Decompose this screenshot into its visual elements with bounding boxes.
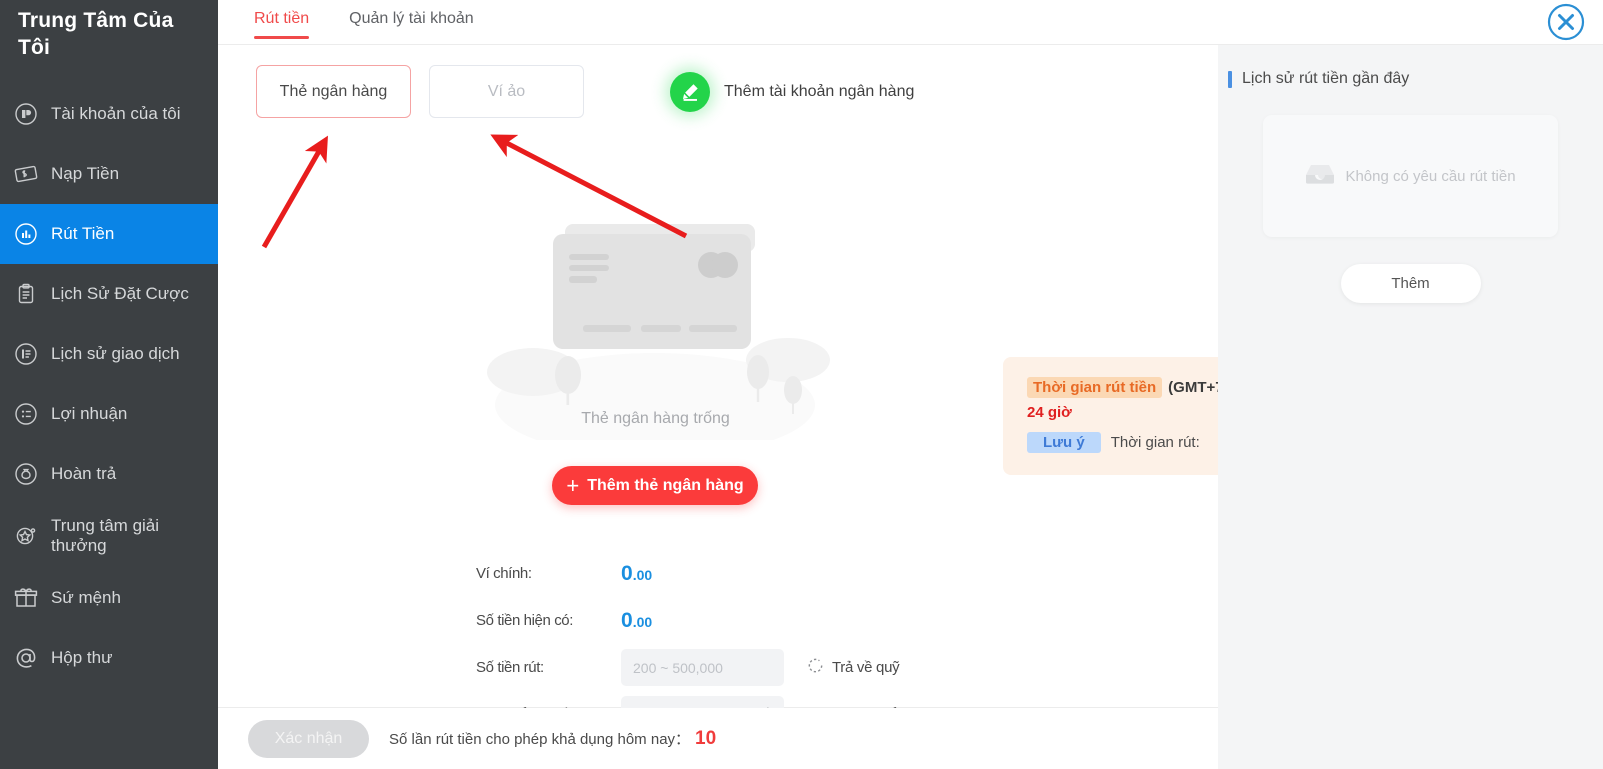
money-bag-icon xyxy=(12,460,40,488)
sidebar-item-label: Trung tâm giải thưởng xyxy=(51,515,160,555)
sidebar-item-profit[interactable]: Lợi nhuận xyxy=(0,384,218,444)
main-wallet-value: 0.00 xyxy=(621,562,652,586)
form-row-amount: Số tiền rút: Trả về quỹ xyxy=(476,644,1176,691)
notice-note-text: Thời gian rút: xyxy=(1110,434,1200,451)
profit-list-icon xyxy=(12,400,40,428)
sidebar-item-label: Nạp Tiền xyxy=(51,163,120,183)
sidebar-item-label: Lợi nhuận xyxy=(51,403,128,423)
sidebar-item-transaction-history[interactable]: Lịch sử giao dịch xyxy=(0,324,218,384)
sidebar-item-label: Sứ mệnh xyxy=(51,587,121,607)
add-bank-account-label: Thêm tài khoản ngân hàng xyxy=(724,82,915,100)
add-bank-account-button[interactable]: Thêm tài khoản ngân hàng xyxy=(670,71,915,112)
form-row-main-wallet: Ví chính: 0.00 xyxy=(476,550,1176,597)
empty-card-illustration xyxy=(473,200,838,457)
withdraw-amount-input[interactable] xyxy=(621,649,784,686)
recent-withdraw-title-row: Lịch sử rút tiền gần đây xyxy=(1218,70,1603,88)
main-wallet-value-dec: .00 xyxy=(632,566,653,583)
sidebar: Trung Tâm Của Tôi Tài khoản của tôi Nạp … xyxy=(0,0,218,769)
add-bank-card-label: Thêm thẻ ngân hàng xyxy=(587,476,744,494)
sidebar-item-bet-history[interactable]: Lịch Sử Đặt Cược xyxy=(0,264,218,324)
close-button[interactable] xyxy=(1547,3,1585,41)
sidebar-item-deposit[interactable]: Nạp Tiền xyxy=(0,144,218,204)
sidebar-item-label: Hoàn trả xyxy=(51,463,117,483)
daily-withdraw-note: Số lần rút tiền cho phép khả dụng hôm na… xyxy=(389,730,691,748)
available-value-dec: .00 xyxy=(632,613,653,630)
at-mail-icon xyxy=(12,644,40,672)
withdraw-footer: Xác nhận Số lần rút tiền cho phép khả dụ… xyxy=(218,708,1218,769)
recent-withdraw-add-button[interactable]: Thêm xyxy=(1340,264,1481,303)
refresh-icon xyxy=(806,656,825,679)
sidebar-item-mission[interactable]: Sứ mệnh xyxy=(0,568,218,628)
inbox-icon xyxy=(1305,161,1335,192)
available-value: 0.00 xyxy=(621,609,652,633)
recent-withdraw-title: Lịch sử rút tiền gần đây xyxy=(1242,70,1410,87)
return-to-fund-button[interactable]: Trả về quỹ xyxy=(806,656,900,679)
confirm-button[interactable]: Xác nhận xyxy=(248,719,369,758)
tab-bar: Rút tiền Quản lý tài khoản xyxy=(218,0,474,45)
add-bank-card-button[interactable]: + Thêm thẻ ngân hàng xyxy=(552,466,758,505)
gift-icon xyxy=(12,584,40,612)
title-accent-bar xyxy=(1228,70,1232,88)
star-badge-icon xyxy=(12,522,40,550)
recent-withdraw-panel: Lịch sử rút tiền gần đây Không có yêu cầ… xyxy=(1218,45,1603,769)
sidebar-item-label: Rút Tiền xyxy=(51,223,115,243)
sidebar-item-inbox[interactable]: Hộp thư xyxy=(0,628,218,688)
list-circle-icon xyxy=(12,340,40,368)
available-value-int: 0 xyxy=(621,608,633,632)
sidebar-item-label: Lịch Sử Đặt Cược xyxy=(51,283,189,303)
sidebar-nav: Tài khoản của tôi Nạp Tiền Rút Tiền Lịch… xyxy=(0,84,218,688)
main-wallet-label: Ví chính: xyxy=(476,565,532,582)
withdraw-content-panel: Thẻ ngân hàng Ví ảo Thêm tài khoản ngân … xyxy=(218,45,1356,733)
topbar: Rút tiền Quản lý tài khoản xyxy=(218,0,1603,45)
tab-account-management[interactable]: Quản lý tài khoản xyxy=(349,0,474,45)
sidebar-item-prize-center[interactable]: Trung tâm giải thưởng xyxy=(0,504,218,568)
sidebar-title: Trung Tâm Của Tôi xyxy=(18,9,174,59)
pencil-edit-icon xyxy=(670,71,710,112)
banknote-icon xyxy=(12,160,40,188)
plus-icon: + xyxy=(566,472,580,498)
withdraw-method-row: Thẻ ngân hàng Ví ảo Thêm tài khoản ngân … xyxy=(218,45,1218,118)
withdraw-chart-icon xyxy=(12,220,40,248)
daily-withdraw-count: Số lần rút tiền cho phép khả dụng hôm na… xyxy=(389,728,716,750)
notice-time-chip: Thời gian rút tiền xyxy=(1027,377,1163,398)
form-row-available: Số tiền hiện có: 0.00 xyxy=(476,597,1176,644)
daily-withdraw-value: 10 xyxy=(695,727,717,749)
method-bank-card[interactable]: Thẻ ngân hàng xyxy=(256,65,411,118)
main-wallet-value-int: 0 xyxy=(621,561,633,585)
withdraw-center-page: Trung Tâm Của Tôi Tài khoản của tôi Nạp … xyxy=(0,0,1603,769)
notice-note-chip: Lưu ý xyxy=(1027,432,1101,453)
sidebar-item-label: Lịch sử giao dịch xyxy=(51,343,180,363)
tab-withdraw[interactable]: Rút tiền xyxy=(254,0,310,45)
method-virtual-wallet[interactable]: Ví ảo xyxy=(429,65,584,118)
return-to-fund-label: Trả về quỹ xyxy=(832,659,900,676)
sidebar-item-rebate[interactable]: Hoàn trả xyxy=(0,444,218,504)
account-circle-icon xyxy=(12,100,40,128)
sidebar-item-my-account[interactable]: Tài khoản của tôi xyxy=(0,84,218,144)
recent-withdraw-empty-card: Không có yêu cầu rút tiền xyxy=(1263,115,1558,237)
main-region: Rút tiền Quản lý tài khoản Thẻ ngân hàng… xyxy=(218,0,1603,769)
sidebar-item-label: Tài khoản của tôi xyxy=(51,103,181,123)
recent-withdraw-empty-text: Không có yêu cầu rút tiền xyxy=(1345,167,1516,185)
sidebar-item-label: Hộp thư xyxy=(51,647,113,667)
amount-label: Số tiền rút: xyxy=(476,659,544,676)
empty-card-text: Thẻ ngân hàng trống xyxy=(581,410,730,427)
sidebar-item-withdraw[interactable]: Rút Tiền xyxy=(0,203,218,264)
clipboard-icon xyxy=(12,280,40,308)
available-label: Số tiền hiện có: xyxy=(476,612,574,629)
